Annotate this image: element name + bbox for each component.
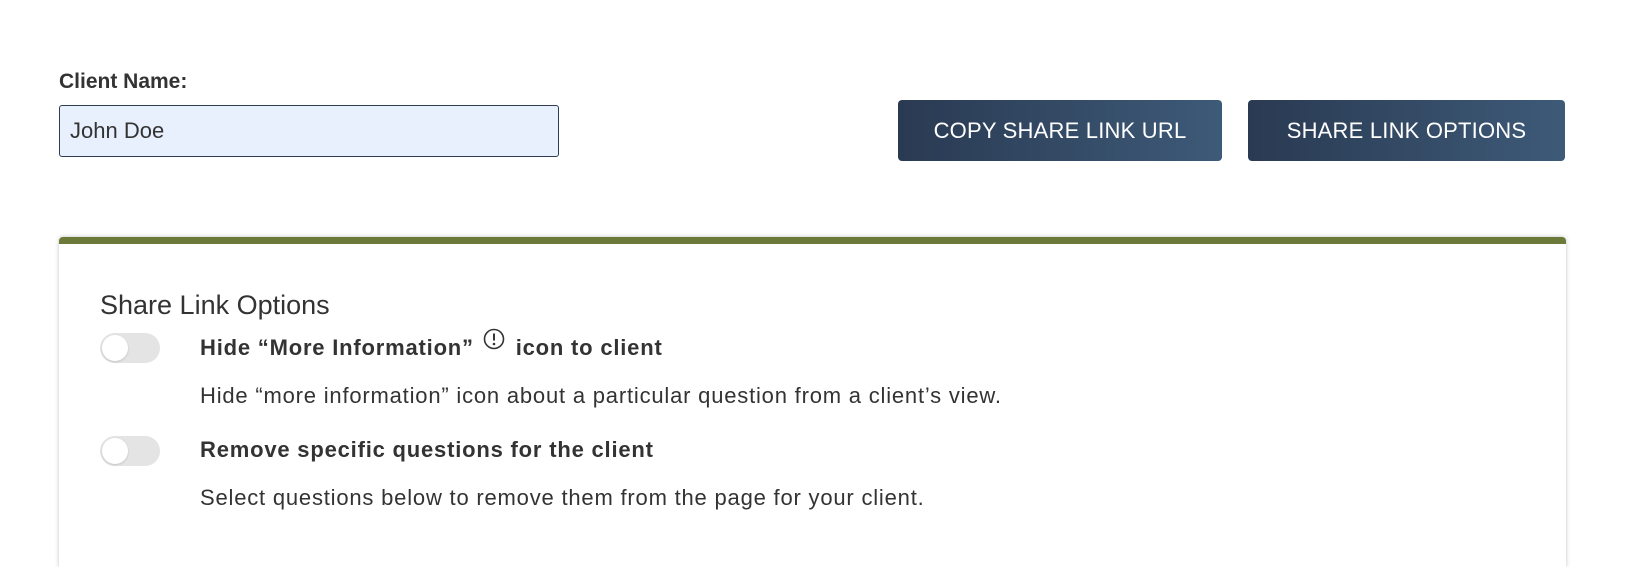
- client-name-label: Client Name:: [59, 70, 188, 93]
- hide-more-info-toggle[interactable]: [100, 333, 160, 363]
- hide-more-info-description: Hide “more information” icon about a par…: [200, 383, 1002, 408]
- hide-more-info-title: Hide “More Information” icon to client: [200, 328, 663, 363]
- panel-title: Share Link Options: [100, 290, 330, 320]
- remove-questions-toggle[interactable]: [100, 436, 160, 466]
- remove-questions-description: Select questions below to remove them fr…: [200, 485, 925, 510]
- hide-more-info-title-text: Hide “More Information”: [200, 335, 474, 360]
- info-circle-icon: [483, 328, 505, 356]
- share-link-options-panel: Share Link Options Hide “More Informatio…: [59, 237, 1566, 567]
- toggle-knob: [102, 335, 128, 361]
- copy-share-link-button[interactable]: COPY SHARE LINK URL: [898, 100, 1222, 161]
- remove-questions-title: Remove specific questions for the client: [200, 437, 654, 462]
- client-name-input[interactable]: [59, 105, 559, 157]
- hide-more-info-title-suffix: icon to client: [515, 335, 663, 360]
- toggle-knob: [102, 438, 128, 464]
- share-link-options-button[interactable]: SHARE LINK OPTIONS: [1248, 100, 1565, 161]
